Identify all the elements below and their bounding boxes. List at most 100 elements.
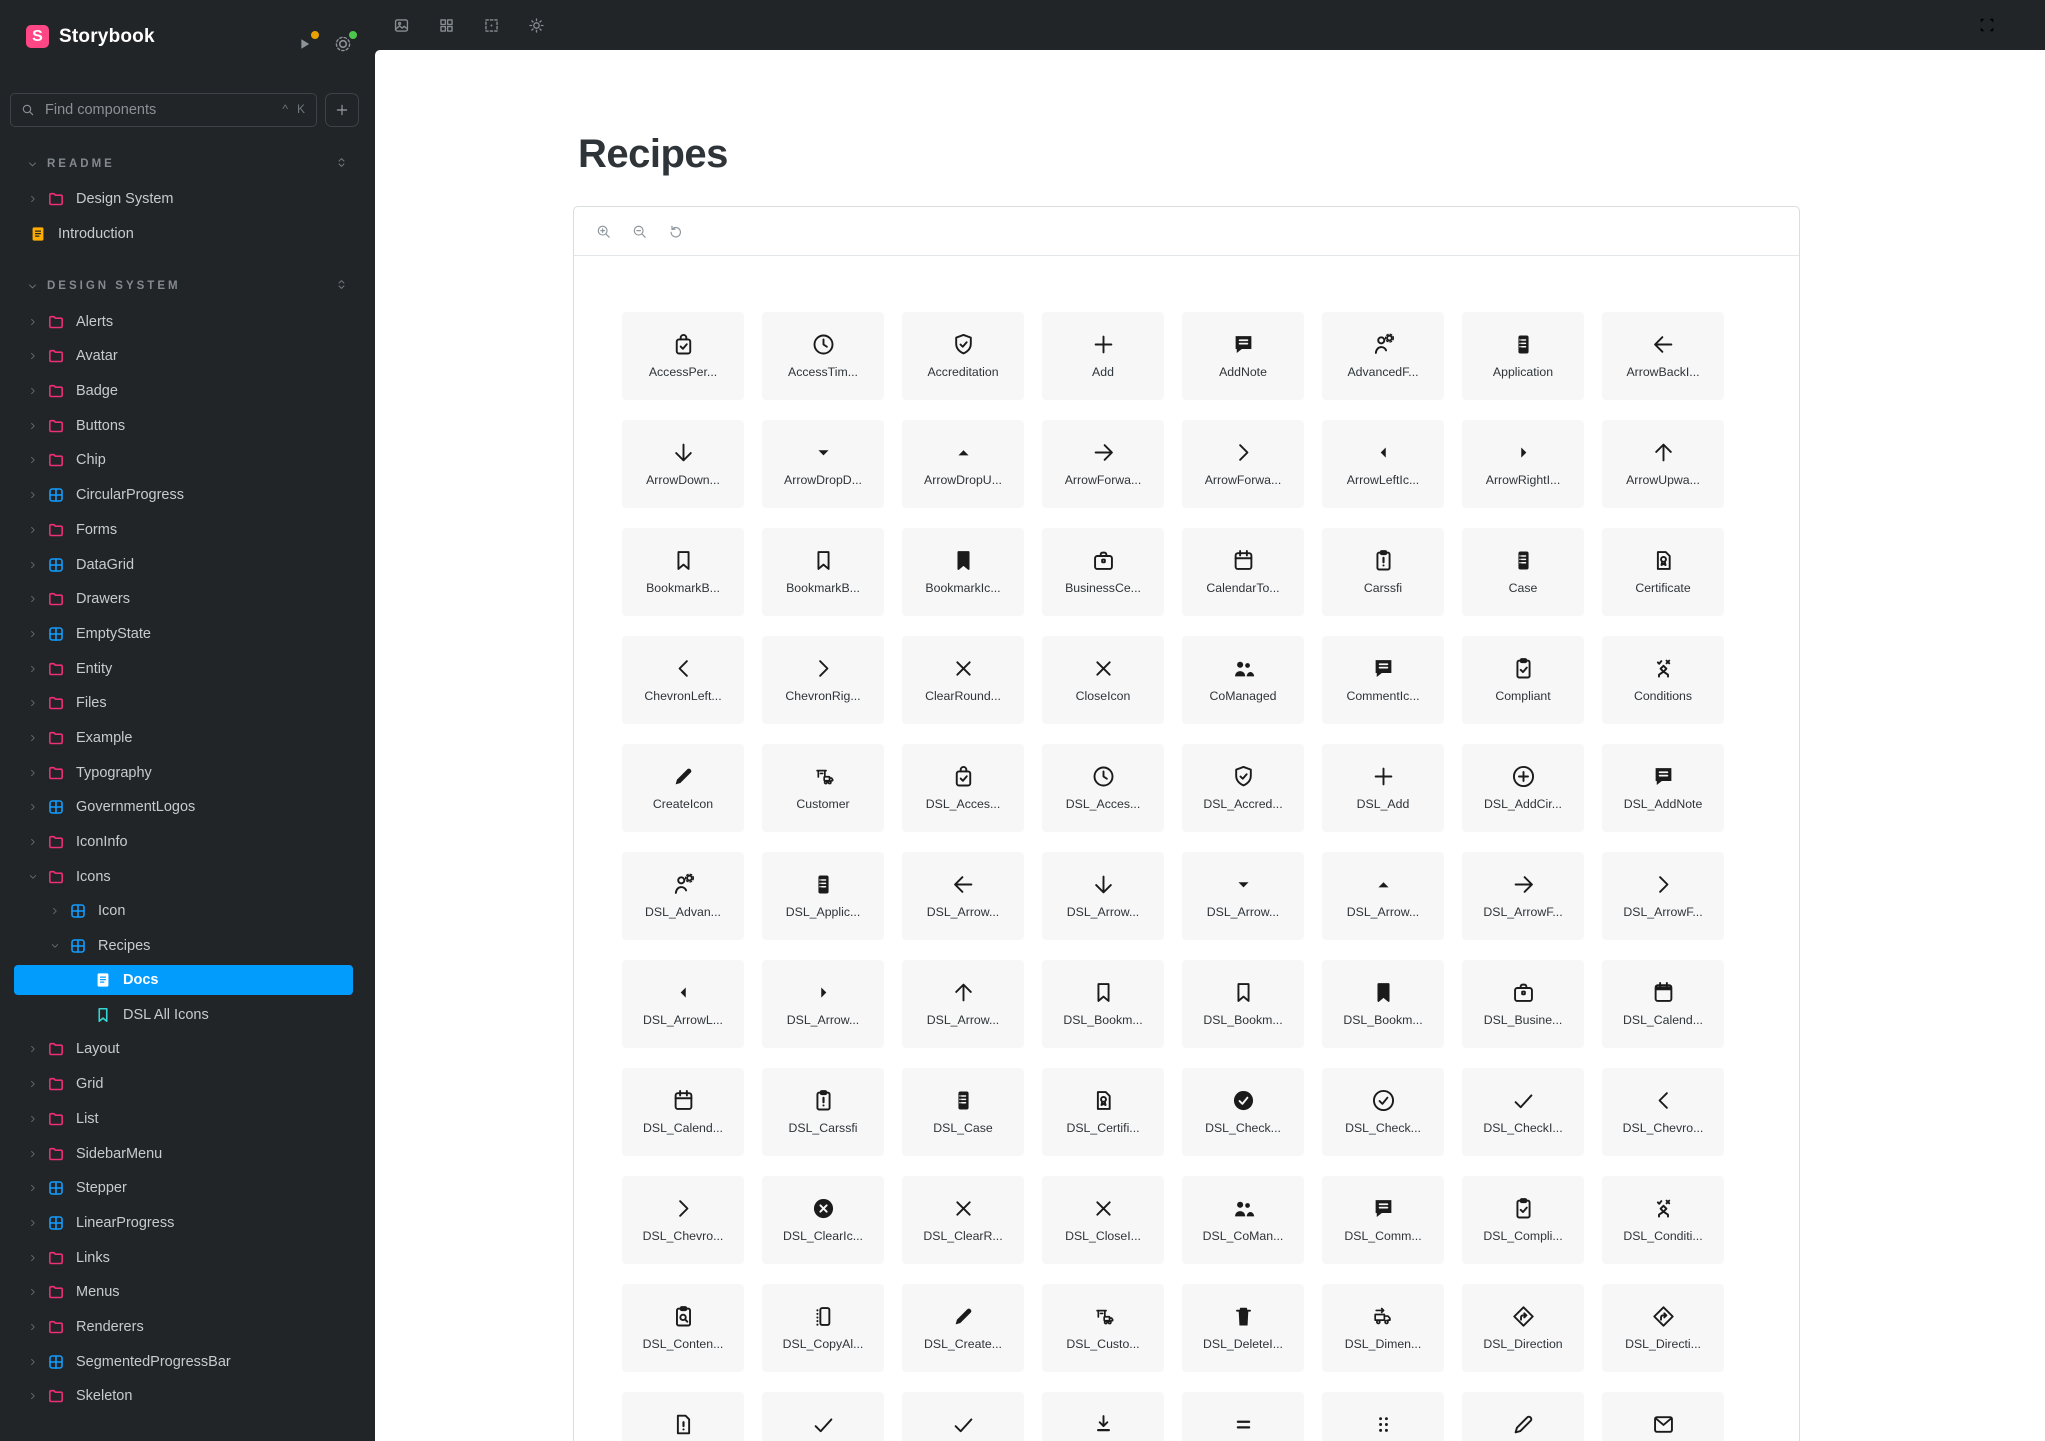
canvas-image-icon[interactable] [392,16,411,35]
brand[interactable]: S Storybook [26,25,155,48]
chevron-right-icon[interactable] [28,664,38,674]
icon-card: Compliant [1462,636,1584,724]
sidebar-item-icon[interactable]: Icon [0,894,375,929]
sidebar-item-links[interactable]: Links [0,1240,375,1275]
chevron-right-icon[interactable] [28,1391,38,1401]
collapse-section-icon[interactable] [333,154,353,174]
sidebar-item-recipes[interactable]: Recipes [0,929,375,964]
chevron-right-icon[interactable] [28,1044,38,1054]
sidebar-item-governmentlogos[interactable]: GovernmentLogos [0,790,375,825]
zoom-out-icon[interactable] [631,223,648,240]
sidebar-item-iconinfo[interactable]: IconInfo [0,825,375,860]
sidebar-item-circularprogress[interactable]: CircularProgress [0,478,375,513]
outline-box-icon[interactable] [482,16,501,35]
sidebar-item-buttons[interactable]: Buttons [0,408,375,443]
chevron-right-icon[interactable] [28,1149,38,1159]
sidebar-item-avatar[interactable]: Avatar [0,339,375,374]
sidebar-item-datagrid[interactable]: DataGrid [0,547,375,582]
icon-card: DSL_Accred... [1182,744,1304,832]
fullscreen-icon[interactable] [1977,15,1997,35]
sidebar-item-list[interactable]: List [0,1102,375,1137]
sidebar-item-layout[interactable]: Layout [0,1032,375,1067]
sidebar-item-typography[interactable]: Typography [0,755,375,790]
chevron-right-icon[interactable] [28,698,38,708]
sidebar-item-docs[interactable]: Docs [14,965,353,996]
sidebar-section-readme[interactable]: README [0,146,375,182]
sidebar-item-skeleton[interactable]: Skeleton [0,1379,375,1414]
sidebar-item-alerts[interactable]: Alerts [0,304,375,339]
chevron-right-icon[interactable] [28,1322,38,1332]
chevron-right-icon[interactable] [28,351,38,361]
sidebar-item-files[interactable]: Files [0,686,375,721]
icon-card-label: DSL_Accred... [1203,797,1283,811]
chevron-right-icon[interactable] [28,1218,38,1228]
x-icon [1090,1195,1117,1222]
sidebar-item-grid[interactable]: Grid [0,1067,375,1102]
sidebar-item-example[interactable]: Example [0,721,375,756]
icon-card-label: DSL_Dimen... [1344,1337,1422,1351]
document-icon [28,224,48,244]
chevron-right-icon[interactable] [28,1079,38,1089]
sidebar-item-introduction[interactable]: Introduction [0,217,375,252]
icon-card: Certificate [1602,528,1724,616]
create-story-button[interactable] [325,93,359,127]
chevron-right-icon[interactable] [28,455,38,465]
sun-icon[interactable] [527,16,546,35]
brand-name: Storybook [59,25,155,47]
chevron-right-icon[interactable] [28,594,38,604]
icon-card: DSL_Arrow... [762,960,884,1048]
settings-button[interactable] [332,29,359,57]
chevron-down-icon[interactable] [28,872,38,882]
chevron-right-icon[interactable] [28,1253,38,1263]
sidebar-item-stepper[interactable]: Stepper [0,1171,375,1206]
zoom-in-icon[interactable] [595,223,612,240]
folder-icon [46,450,66,470]
chevron-right-icon[interactable] [28,1183,38,1193]
chevron-right-icon[interactable] [28,194,38,204]
chevron-right-icon[interactable] [28,837,38,847]
chevron-right-icon[interactable] [50,906,60,916]
sidebar-item-chip[interactable]: Chip [0,443,375,478]
comment-icon [1370,655,1397,682]
sidebar-item-menus[interactable]: Menus [0,1275,375,1310]
icon-card-label: ClearRound... [925,689,1001,703]
sidebar-item-renderers[interactable]: Renderers [0,1310,375,1345]
collapse-section-icon[interactable] [333,276,353,296]
sidebar-item-linearprogress[interactable]: LinearProgress [0,1206,375,1241]
chevron-right-icon[interactable] [28,560,38,570]
sidebar-item-icons[interactable]: Icons [0,859,375,894]
sidebar-item-drawers[interactable]: Drawers [0,582,375,617]
sidebar-section-design-system[interactable]: DESIGN SYSTEM [0,268,375,304]
chevron-right-icon[interactable] [28,733,38,743]
chevron-right-icon[interactable] [28,1287,38,1297]
chevron-right-icon[interactable] [28,768,38,778]
chevron-right-icon[interactable] [28,1114,38,1124]
chevron-right-icon[interactable] [28,802,38,812]
sidebar-item-sidebarmenu[interactable]: SidebarMenu [0,1136,375,1171]
sidebar-item-emptystate[interactable]: EmptyState [0,617,375,652]
sidebar-item-forms[interactable]: Forms [0,513,375,548]
chevron-right-icon[interactable] [28,629,38,639]
zoom-reset-icon[interactable] [667,223,684,240]
chevron-down-icon[interactable] [50,941,60,951]
chevron-right-icon[interactable] [28,490,38,500]
whats-new-button[interactable] [294,29,321,57]
grid-view-icon[interactable] [437,16,456,35]
sidebar-item-label: Docs [123,972,159,989]
chevron-right-icon[interactable] [28,317,38,327]
sidebar-item-design-system[interactable]: Design System [0,182,375,217]
sidebar-item-segmentedprogressbar[interactable]: SegmentedProgressBar [0,1344,375,1379]
doc-alert-icon [670,1411,697,1438]
chevron-right-icon[interactable] [28,1357,38,1367]
icon-card: DSL_Conditi... [1602,1176,1724,1264]
search-input[interactable] [10,93,317,127]
chevron-right-icon[interactable] [28,386,38,396]
person-gear-icon [670,871,697,898]
sidebar-item-dsl-all-icons[interactable]: DSL All Icons [0,997,375,1032]
icon-card: BusinessCe... [1042,528,1164,616]
sidebar-item-entity[interactable]: Entity [0,651,375,686]
chevron-right-icon[interactable] [28,525,38,535]
icon-card: DSL_Add [1322,744,1444,832]
chevron-right-icon[interactable] [28,421,38,431]
sidebar-item-badge[interactable]: Badge [0,374,375,409]
